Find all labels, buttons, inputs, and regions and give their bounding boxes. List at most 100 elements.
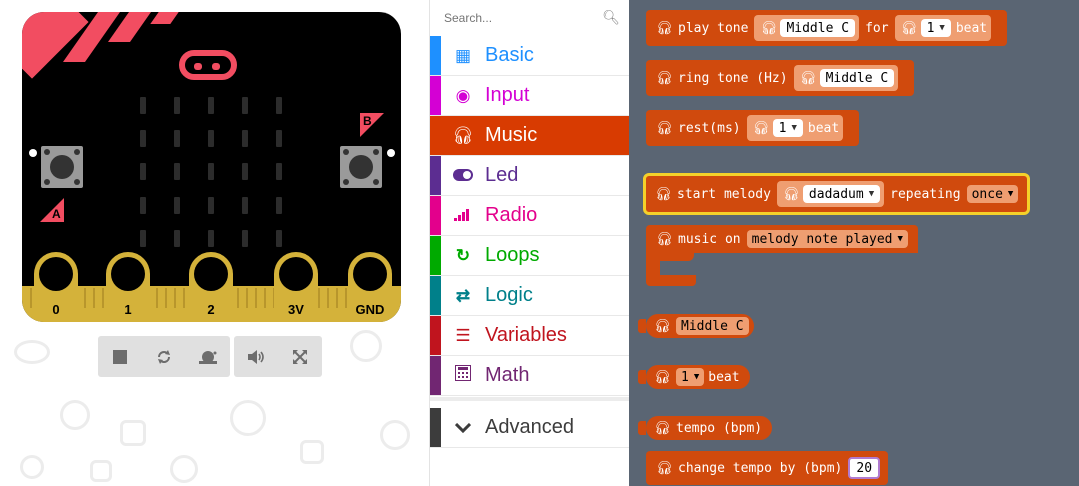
- event-dropdown[interactable]: melody note played ▼: [746, 230, 908, 248]
- led[interactable]: [276, 130, 282, 147]
- led[interactable]: [140, 197, 146, 214]
- category-music[interactable]: 🎧︎ Music: [430, 116, 630, 156]
- led[interactable]: [208, 163, 214, 180]
- note-dropdown[interactable]: Middle C: [676, 317, 749, 335]
- dropdown-arrow-icon: ▼: [939, 23, 945, 33]
- led[interactable]: [276, 97, 282, 114]
- edge-finger: [84, 288, 86, 308]
- led[interactable]: [242, 197, 248, 214]
- beat-reporter-block[interactable]: 🎧︎ 1 ▼ beat: [638, 365, 750, 389]
- microbit-logo: [179, 50, 237, 80]
- category-radio[interactable]: Radio: [430, 196, 630, 236]
- led[interactable]: [140, 230, 146, 247]
- repeat-dropdown[interactable]: once ▼: [966, 185, 1019, 203]
- led[interactable]: [276, 163, 282, 180]
- beat-dropdown[interactable]: 1 ▼: [920, 19, 951, 37]
- led[interactable]: [242, 230, 248, 247]
- start-melody-block[interactable]: 🎧︎ start melody 🎧︎ dadadum ▼ repeating on…: [642, 173, 1031, 215]
- led[interactable]: [242, 130, 248, 147]
- background-doodle: [300, 440, 324, 464]
- category-advanced[interactable]: Advanced: [430, 408, 630, 448]
- change-tempo-block[interactable]: 🎧︎ change tempo by (bpm) 20: [646, 451, 889, 485]
- background-doodle: [20, 455, 44, 479]
- pin-0[interactable]: 0: [34, 252, 78, 322]
- category-loops[interactable]: ↻ Loops: [430, 236, 630, 276]
- rest-block[interactable]: 🎧︎ rest(ms) 🎧︎ 1 ▼ beat: [646, 110, 860, 146]
- beat-dropdown[interactable]: 1 ▼: [772, 119, 803, 137]
- sim-controls-group: [98, 336, 230, 377]
- led[interactable]: [208, 97, 214, 114]
- beat-slot[interactable]: 🎧︎ 1 ▼ beat: [894, 15, 992, 41]
- led[interactable]: [140, 97, 146, 114]
- led[interactable]: [174, 197, 180, 214]
- edge-finger: [165, 288, 167, 308]
- led[interactable]: [174, 97, 180, 114]
- pin-3v[interactable]: 3V: [274, 252, 318, 322]
- play-tone-block[interactable]: 🎧︎ play tone 🎧︎ Middle C for 🎧︎ 1 ▼ beat: [646, 10, 1008, 46]
- dropdown-arrow-icon: ▼: [791, 123, 797, 133]
- dropdown-arrow-icon: ▼: [693, 372, 700, 382]
- edge-finger: [30, 288, 32, 308]
- led[interactable]: [140, 130, 146, 147]
- category-input[interactable]: ◉ Input: [430, 76, 630, 116]
- background-doodle: [90, 460, 112, 482]
- led[interactable]: [208, 230, 214, 247]
- slow-mode-snail-icon[interactable]: [186, 336, 230, 377]
- note-dropdown[interactable]: Middle C: [780, 19, 856, 37]
- toolbox-search: 🔍︎: [430, 0, 630, 34]
- grid-icon: ▦: [454, 45, 472, 65]
- category-basic[interactable]: ▦ Basic: [430, 36, 630, 76]
- calculator-icon: [452, 365, 474, 386]
- fullscreen-icon[interactable]: [278, 336, 322, 377]
- note-reporter-block[interactable]: 🎧︎ Middle C: [638, 314, 754, 338]
- category-logic[interactable]: ⇄ Logic: [430, 276, 630, 316]
- volume-icon[interactable]: [234, 336, 278, 377]
- note-slot[interactable]: 🎧︎ Middle C: [754, 15, 860, 41]
- ring-tone-block[interactable]: 🎧︎ ring tone (Hz) 🎧︎ Middle C: [646, 60, 915, 96]
- stop-icon[interactable]: [98, 336, 142, 377]
- headphones-icon: 🎧︎: [656, 70, 673, 86]
- refresh-icon: ↻: [455, 245, 471, 265]
- note-dropdown[interactable]: Middle C: [819, 69, 895, 87]
- tempo-number-input[interactable]: 20: [848, 457, 881, 479]
- led[interactable]: [174, 130, 180, 147]
- melody-dropdown[interactable]: dadadum ▼: [802, 185, 881, 203]
- headphones-icon: 🎧︎: [654, 369, 671, 385]
- tempo-reporter-block[interactable]: 🎧︎ tempo (bpm): [638, 416, 773, 440]
- search-input[interactable]: [442, 8, 606, 28]
- led[interactable]: [208, 130, 214, 147]
- melody-slot[interactable]: 🎧︎ dadadum ▼: [776, 181, 885, 207]
- category-led[interactable]: Led: [430, 156, 630, 196]
- music-on-event-block[interactable]: 🎧︎ music on melody note played ▼: [646, 225, 918, 253]
- event-block-foot: [646, 275, 696, 286]
- led[interactable]: [174, 230, 180, 247]
- led[interactable]: [242, 163, 248, 180]
- signal-bars-icon: [452, 206, 474, 226]
- category-math[interactable]: Math: [430, 356, 630, 396]
- button-b-label: B: [360, 113, 384, 137]
- edge-finger: [246, 288, 248, 308]
- button-b[interactable]: [340, 146, 382, 188]
- led[interactable]: [242, 97, 248, 114]
- pin-2[interactable]: 2: [189, 252, 233, 322]
- search-icon[interactable]: 🔍︎: [602, 9, 620, 26]
- advanced-separator: [430, 397, 630, 401]
- headphones-icon: 🎧︎: [752, 120, 770, 136]
- headphones-icon: 🎧︎: [656, 231, 673, 247]
- led[interactable]: [208, 197, 214, 214]
- note-slot[interactable]: 🎧︎ Middle C: [793, 65, 899, 91]
- led[interactable]: [276, 230, 282, 247]
- beat-dropdown[interactable]: 1 ▼: [676, 368, 705, 386]
- button-a-label: A: [40, 198, 64, 222]
- led[interactable]: [276, 197, 282, 214]
- led[interactable]: [140, 163, 146, 180]
- beat-slot[interactable]: 🎧︎ 1 ▼ beat: [746, 115, 844, 141]
- category-variables[interactable]: ☰ Variables: [430, 316, 630, 356]
- button-a[interactable]: [41, 146, 83, 188]
- restart-icon[interactable]: [142, 336, 186, 377]
- edge-finger: [255, 288, 257, 308]
- side-dot: [387, 149, 395, 157]
- pin-1[interactable]: 1: [106, 252, 150, 322]
- pin-gnd[interactable]: GND: [348, 252, 392, 322]
- led[interactable]: [174, 163, 180, 180]
